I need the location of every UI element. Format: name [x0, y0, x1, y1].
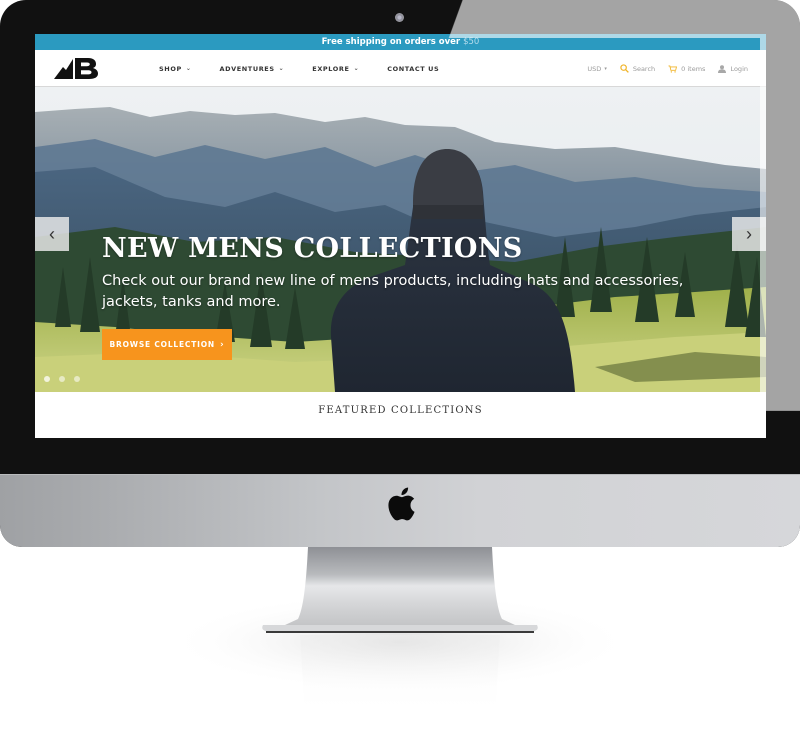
- slide-dot[interactable]: [59, 376, 65, 382]
- chevron-down-icon: ⌄: [353, 65, 360, 72]
- featured-collections-heading: FEATURED COLLECTIONS: [318, 405, 483, 416]
- announcement-text: Free shipping on orders over: [321, 37, 461, 47]
- webcam-icon: [395, 13, 404, 22]
- next-slide-button[interactable]: ›: [732, 217, 766, 251]
- nav-label: ADVENTURES: [219, 64, 275, 73]
- header-utilities: USD ▾ Search 0 items Login: [574, 50, 748, 87]
- search-label: Search: [632, 64, 656, 73]
- search-link[interactable]: Search: [620, 64, 655, 73]
- chevron-left-icon: ‹: [49, 223, 55, 244]
- chevron-down-icon: ⌄: [278, 65, 285, 72]
- login-label: Login: [730, 64, 748, 73]
- browse-collection-button[interactable]: BROWSE COLLECTION ›: [102, 329, 232, 360]
- previous-slide-button[interactable]: ‹: [35, 217, 69, 251]
- nav-label: SHOP: [159, 64, 182, 73]
- cart-label: 0 items: [681, 64, 706, 73]
- monitor: Free shipping on orders over $50 SHOP ⌄ …: [0, 0, 800, 547]
- nav-item-contact-us[interactable]: CONTACT US: [387, 65, 439, 73]
- chevron-right-icon: ›: [746, 223, 752, 244]
- slide-pagination: [44, 376, 89, 382]
- caret-down-icon: ▾: [604, 65, 607, 72]
- monitor-stand: [165, 547, 635, 717]
- login-link[interactable]: Login: [718, 65, 748, 73]
- chevron-right-icon: ›: [220, 339, 225, 350]
- main-nav: SHOP ⌄ ADVENTURES ⌄ EXPLORE ⌄ CONTACT US: [159, 50, 467, 87]
- screen: Free shipping on orders over $50 SHOP ⌄ …: [35, 34, 766, 438]
- apple-logo-icon: [388, 487, 415, 521]
- cart-link[interactable]: 0 items: [668, 65, 705, 73]
- currency-label: USD: [587, 64, 602, 73]
- button-label: BROWSE COLLECTION: [109, 340, 215, 349]
- slide-dot[interactable]: [74, 376, 80, 382]
- currency-selector[interactable]: USD ▾: [587, 65, 606, 73]
- hero-slideshow: ‹ › NEW MENS COLLECTIONS Check out our b…: [35, 87, 766, 392]
- slide-dot[interactable]: [44, 376, 50, 382]
- nav-label: EXPLORE: [312, 64, 350, 73]
- user-icon: [718, 64, 727, 73]
- search-icon: [620, 64, 629, 73]
- nav-item-adventures[interactable]: ADVENTURES ⌄: [219, 65, 284, 73]
- hero-title: NEW MENS COLLECTIONS: [102, 233, 523, 264]
- mountain-b-logo-icon[interactable]: [54, 57, 100, 79]
- nav-label: CONTACT US: [387, 64, 440, 73]
- chevron-down-icon: ⌄: [185, 65, 192, 72]
- nav-item-explore[interactable]: EXPLORE ⌄: [312, 65, 359, 73]
- hero-subtitle: Check out our brand new line of mens pro…: [102, 273, 684, 310]
- announcement-amount: $50: [463, 37, 480, 47]
- nav-item-shop[interactable]: SHOP ⌄: [159, 65, 191, 73]
- announcement-bar: Free shipping on orders over $50: [35, 34, 766, 50]
- site-header: SHOP ⌄ ADVENTURES ⌄ EXPLORE ⌄ CONTACT US…: [35, 50, 766, 87]
- cart-icon: [668, 64, 678, 73]
